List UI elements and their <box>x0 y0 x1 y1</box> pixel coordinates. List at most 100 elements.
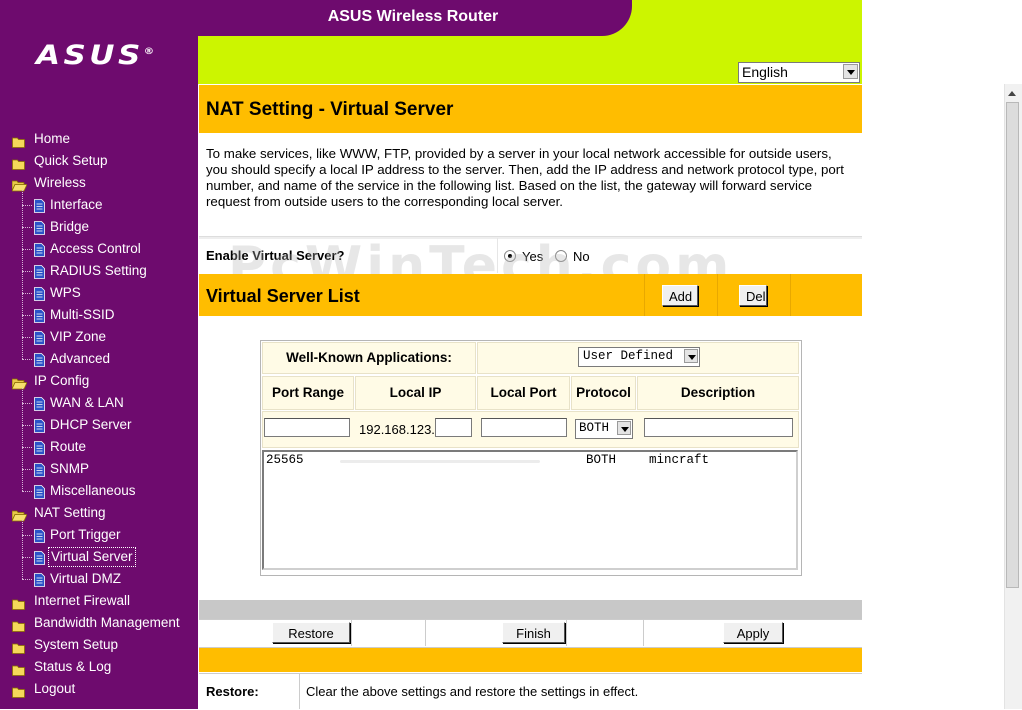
folder-icon <box>12 595 26 610</box>
sidebar-item-label: DHCP Server <box>50 417 132 432</box>
tree-connector <box>22 520 24 579</box>
tree-connector <box>22 315 32 316</box>
sidebar-item-nat-setting[interactable]: NAT Setting <box>0 502 198 524</box>
sidebar-item-ip-config[interactable]: IP Config <box>0 370 198 392</box>
page-icon <box>34 528 45 543</box>
page-icon <box>34 308 45 323</box>
folder-icon <box>12 133 26 148</box>
server-entry-list[interactable] <box>262 450 798 570</box>
divider <box>566 620 567 646</box>
entry-description: mincraft <box>649 453 710 467</box>
sidebar-item-label: SNMP <box>50 461 90 476</box>
footer-accent-bar <box>199 648 862 672</box>
chevron-down-icon[interactable] <box>684 349 698 363</box>
well-known-select[interactable]: User Defined <box>578 347 700 367</box>
divider <box>299 674 300 709</box>
asus-logo: ASUS® <box>36 40 155 71</box>
sidebar-item-label: IP Config <box>34 373 90 388</box>
page-description: To make services, like WWW, FTP, provide… <box>206 146 844 209</box>
page-title: NAT Setting - Virtual Server <box>206 99 454 120</box>
folder-open-icon <box>11 375 28 390</box>
list-item[interactable]: 25565 BOTH mincraft <box>262 452 782 468</box>
tree-connector <box>22 469 32 470</box>
restore-help-text: Clear the above settings and restore the… <box>306 684 639 699</box>
divider <box>643 620 644 646</box>
apply-button[interactable]: Apply <box>723 622 783 643</box>
footer-divider-bar <box>199 600 862 619</box>
folder-icon <box>12 683 26 698</box>
tree-connector <box>22 491 32 492</box>
local-port-input[interactable] <box>481 418 567 437</box>
page-icon <box>34 264 45 279</box>
divider <box>425 620 426 646</box>
sidebar-item-system-setup[interactable]: System Setup <box>0 634 198 656</box>
page-icon <box>34 418 45 433</box>
sidebar-item-label: Advanced <box>50 351 111 366</box>
folder-open-icon <box>11 177 28 192</box>
sidebar-item-label: VIP Zone <box>50 329 107 344</box>
chevron-down-icon[interactable] <box>843 64 858 79</box>
page-icon <box>34 484 45 499</box>
sidebar-item-label: Quick Setup <box>34 153 108 168</box>
page-icon <box>34 550 45 565</box>
sidebar-item-label: WAN & LAN <box>50 395 124 410</box>
sidebar-item-bandwidth-management[interactable]: Bandwidth Management <box>0 612 198 634</box>
tree-connector <box>22 190 24 359</box>
page-icon <box>34 440 45 455</box>
scrollbar-thumb[interactable] <box>1006 102 1019 588</box>
page-icon <box>34 286 45 301</box>
sidebar-item-label: WPS <box>50 285 81 300</box>
page-icon <box>34 352 45 367</box>
protocol-value: BOTH <box>579 421 610 435</box>
folder-open-icon <box>11 507 28 522</box>
sidebar-item-logout[interactable]: Logout <box>0 678 198 700</box>
sidebar-item-label: Logout <box>34 681 76 696</box>
tree-connector <box>22 557 32 558</box>
sidebar-item-quick-setup[interactable]: Quick Setup <box>0 150 198 172</box>
tree-connector <box>22 337 32 338</box>
sidebar-item-label: Internet Firewall <box>34 593 131 608</box>
folder-icon <box>12 617 26 632</box>
sidebar-item-label: Home <box>34 131 71 146</box>
folder-icon <box>12 155 26 170</box>
folder-icon <box>12 661 26 676</box>
server-list-title: Virtual Server List <box>206 286 360 306</box>
add-button[interactable]: Add <box>662 285 698 306</box>
restore-help-label: Restore: <box>206 684 259 699</box>
folder-icon <box>12 639 26 654</box>
page-icon <box>34 396 45 411</box>
tree-connector <box>22 271 32 272</box>
column-local-ip: Local IP <box>355 376 476 410</box>
sidebar-item-label: Multi-SSID <box>50 307 115 322</box>
description-input[interactable] <box>644 418 793 437</box>
sidebar-item-home[interactable]: Home <box>0 128 198 150</box>
tree-connector <box>22 447 32 448</box>
language-value: English <box>742 64 788 80</box>
sidebar-item-status-log[interactable]: Status & Log <box>0 656 198 678</box>
port-range-input[interactable] <box>264 418 350 437</box>
protocol-select[interactable]: BOTH <box>575 419 633 439</box>
sidebar-item-label: Interface <box>50 197 103 212</box>
del-button[interactable]: Del <box>739 285 767 306</box>
tree-connector <box>22 359 32 360</box>
divider <box>644 274 645 316</box>
page-icon <box>34 572 45 587</box>
well-known-label: Well-Known Applications: <box>262 342 476 374</box>
chevron-down-icon[interactable] <box>617 421 631 435</box>
divider <box>717 274 718 316</box>
language-select[interactable]: English <box>738 62 860 83</box>
scroll-up-icon[interactable] <box>1005 86 1020 101</box>
sidebar-item-wireless[interactable]: Wireless <box>0 172 198 194</box>
sidebar-item-label: Virtual Server <box>48 547 136 567</box>
sidebar-item-internet-firewall[interactable]: Internet Firewall <box>0 590 198 612</box>
local-ip-input[interactable] <box>435 418 472 437</box>
sidebar-item-label: Bandwidth Management <box>34 615 180 630</box>
sidebar-item-label: Access Control <box>50 241 141 256</box>
well-known-value: User Defined <box>583 349 674 363</box>
page-icon <box>34 462 45 477</box>
divider <box>790 274 791 316</box>
restore-button[interactable]: Restore <box>272 622 350 643</box>
app-title: ASUS Wireless Router <box>327 8 499 25</box>
finish-button[interactable]: Finish <box>502 622 565 643</box>
tree-connector <box>22 579 32 580</box>
